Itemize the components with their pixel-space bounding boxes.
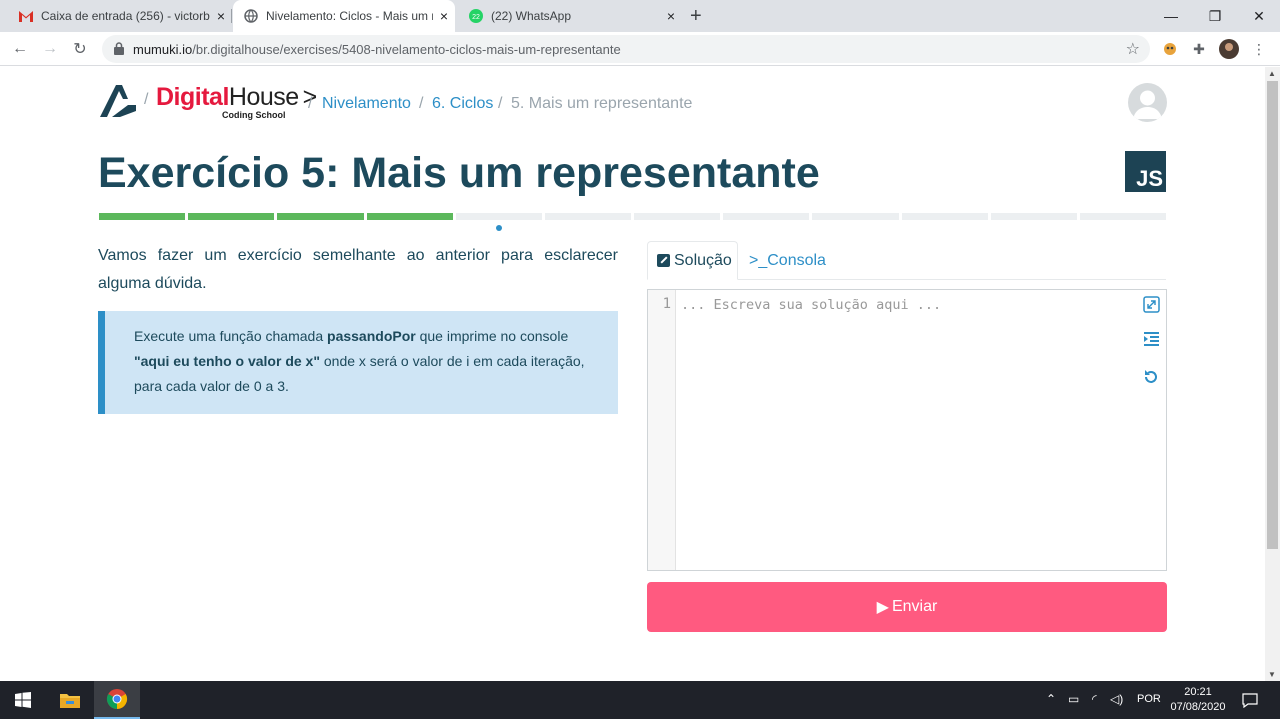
tab-title: (22) WhatsApp bbox=[491, 9, 572, 23]
minimize-button[interactable]: — bbox=[1148, 0, 1194, 32]
exercise-intro: Vamos fazer um exercício semelhante ao a… bbox=[98, 247, 618, 292]
current-exercise-marker bbox=[496, 225, 502, 231]
reload-icon[interactable]: ↻ bbox=[69, 38, 91, 60]
tab-solucao[interactable]: Solução bbox=[647, 241, 738, 280]
breadcrumb-separator: / bbox=[419, 95, 424, 112]
close-window-button[interactable]: ✕ bbox=[1236, 0, 1280, 32]
breadcrumb-nivelamento[interactable]: Nivelamento bbox=[322, 95, 411, 113]
expand-icon[interactable] bbox=[1142, 295, 1160, 313]
progress-segment[interactable] bbox=[723, 213, 810, 220]
chrome-icon[interactable] bbox=[94, 681, 140, 719]
windows-start-icon[interactable] bbox=[0, 681, 46, 719]
submit-button[interactable]: ▶ Enviar bbox=[647, 582, 1167, 632]
bookmark-star-icon[interactable]: ☆ bbox=[1126, 39, 1140, 59]
breadcrumb-separator: / bbox=[498, 95, 503, 112]
input-language[interactable]: POR bbox=[1137, 693, 1161, 705]
back-icon[interactable]: ← bbox=[9, 38, 31, 60]
progress-segment[interactable] bbox=[990, 213, 1077, 220]
page-title: Exercício 5: Mais um representante bbox=[98, 149, 820, 197]
close-tab-icon[interactable]: × bbox=[210, 8, 232, 24]
breadcrumb-ciclos[interactable]: 6. Ciclos bbox=[432, 95, 493, 113]
progress-segment[interactable] bbox=[99, 213, 186, 220]
notification-center-icon[interactable] bbox=[1230, 681, 1270, 719]
indent-icon[interactable] bbox=[1142, 330, 1160, 348]
progress-segment[interactable] bbox=[277, 213, 364, 220]
reset-icon[interactable] bbox=[1142, 368, 1160, 386]
close-tab-icon[interactable]: × bbox=[660, 8, 682, 24]
volume-icon[interactable]: ◁) bbox=[1110, 692, 1123, 706]
battery-icon[interactable]: ▭ bbox=[1068, 692, 1079, 706]
file-explorer-icon[interactable] bbox=[47, 681, 93, 719]
tab-title: Caixa de entrada (256) - victorbs bbox=[41, 9, 210, 23]
breadcrumb-separator: / bbox=[308, 95, 313, 112]
exercise-progress bbox=[99, 213, 1167, 221]
page-content: / DigitalHouse > Coding School / Nivelame… bbox=[0, 67, 1265, 681]
exercise-callout: Execute uma função chamada passandoPor q… bbox=[98, 311, 618, 414]
code-placeholder: ... Escreva sua solução aqui ... bbox=[681, 297, 942, 313]
page-scrollbar[interactable]: ▲ ▼ bbox=[1265, 67, 1280, 681]
editor-gutter: 1 bbox=[648, 290, 676, 570]
editor-tabs: Solução >_Consola bbox=[647, 241, 1166, 280]
tray-chevron-icon[interactable]: ⌃ bbox=[1046, 692, 1056, 706]
url-text: mumuki.io/br.digitalhouse/exercises/5408… bbox=[133, 42, 621, 57]
globe-icon bbox=[243, 8, 259, 24]
user-avatar[interactable] bbox=[1128, 83, 1167, 122]
browser-tab-gmail[interactable]: Caixa de entrada (256) - victorbs × bbox=[0, 0, 232, 32]
progress-segment[interactable] bbox=[1079, 213, 1167, 220]
digitalhouse-brand[interactable]: DigitalHouse > bbox=[156, 83, 317, 112]
progress-segment[interactable] bbox=[634, 213, 721, 220]
new-tab-button[interactable]: + bbox=[690, 5, 702, 28]
scroll-up-icon[interactable]: ▲ bbox=[1268, 69, 1276, 78]
edit-icon bbox=[657, 254, 670, 267]
progress-segment[interactable] bbox=[366, 213, 453, 220]
svg-text:22: 22 bbox=[472, 14, 480, 21]
brand-subtitle: Coding School bbox=[222, 110, 286, 120]
profile-avatar-icon[interactable] bbox=[1219, 39, 1239, 59]
taskbar-clock[interactable]: 20:21 07/08/2020 bbox=[1166, 685, 1230, 715]
line-number: 1 bbox=[662, 296, 671, 312]
restore-button[interactable]: ❐ bbox=[1192, 0, 1238, 32]
gmail-icon bbox=[18, 8, 34, 24]
extension-icon[interactable] bbox=[1160, 39, 1180, 59]
lock-icon bbox=[114, 42, 124, 55]
progress-segment[interactable] bbox=[188, 213, 275, 220]
progress-segment[interactable] bbox=[812, 213, 899, 220]
forward-icon[interactable]: → bbox=[39, 38, 61, 60]
breadcrumb-current: 5. Mais um representante bbox=[511, 95, 693, 112]
progress-segment[interactable] bbox=[901, 213, 988, 220]
language-badge: JS bbox=[1125, 151, 1166, 192]
address-bar[interactable]: mumuki.io/br.digitalhouse/exercises/5408… bbox=[102, 35, 1150, 63]
taskbar: ⌃ ▭ ◜ ◁) POR 20:21 07/08/2020 bbox=[0, 681, 1280, 719]
scroll-down-icon[interactable]: ▼ bbox=[1268, 670, 1276, 679]
scrollbar-thumb[interactable] bbox=[1267, 81, 1278, 549]
browser-toolbar: ← → ↻ mumuki.io/br.digitalhouse/exercise… bbox=[0, 32, 1280, 66]
puzzle-extensions-icon[interactable]: ✚ bbox=[1189, 39, 1209, 59]
progress-segment[interactable] bbox=[455, 213, 542, 220]
browser-tab-mumuki[interactable]: Nivelamento: Ciclos - Mais um re × bbox=[233, 0, 455, 32]
tab-title: Nivelamento: Ciclos - Mais um re bbox=[266, 9, 433, 23]
browser-tabbar: Caixa de entrada (256) - victorbs × Nive… bbox=[0, 0, 1280, 32]
progress-segment[interactable] bbox=[544, 213, 632, 220]
play-icon: ▶ bbox=[876, 599, 889, 616]
close-tab-icon[interactable]: × bbox=[433, 8, 455, 24]
wifi-icon[interactable]: ◜ bbox=[1092, 692, 1097, 706]
whatsapp-icon: 22 bbox=[468, 8, 484, 24]
code-editor[interactable]: 1 ... Escreva sua solução aqui ... bbox=[647, 289, 1167, 571]
browser-tab-whatsapp[interactable]: 22 (22) WhatsApp × bbox=[456, 0, 682, 32]
menu-kebab-icon[interactable]: ⋮ bbox=[1249, 39, 1269, 59]
breadcrumb-separator: / bbox=[144, 91, 149, 108]
tab-consola[interactable]: >_Consola bbox=[749, 241, 826, 280]
digitalhouse-logo-icon[interactable] bbox=[98, 81, 138, 121]
